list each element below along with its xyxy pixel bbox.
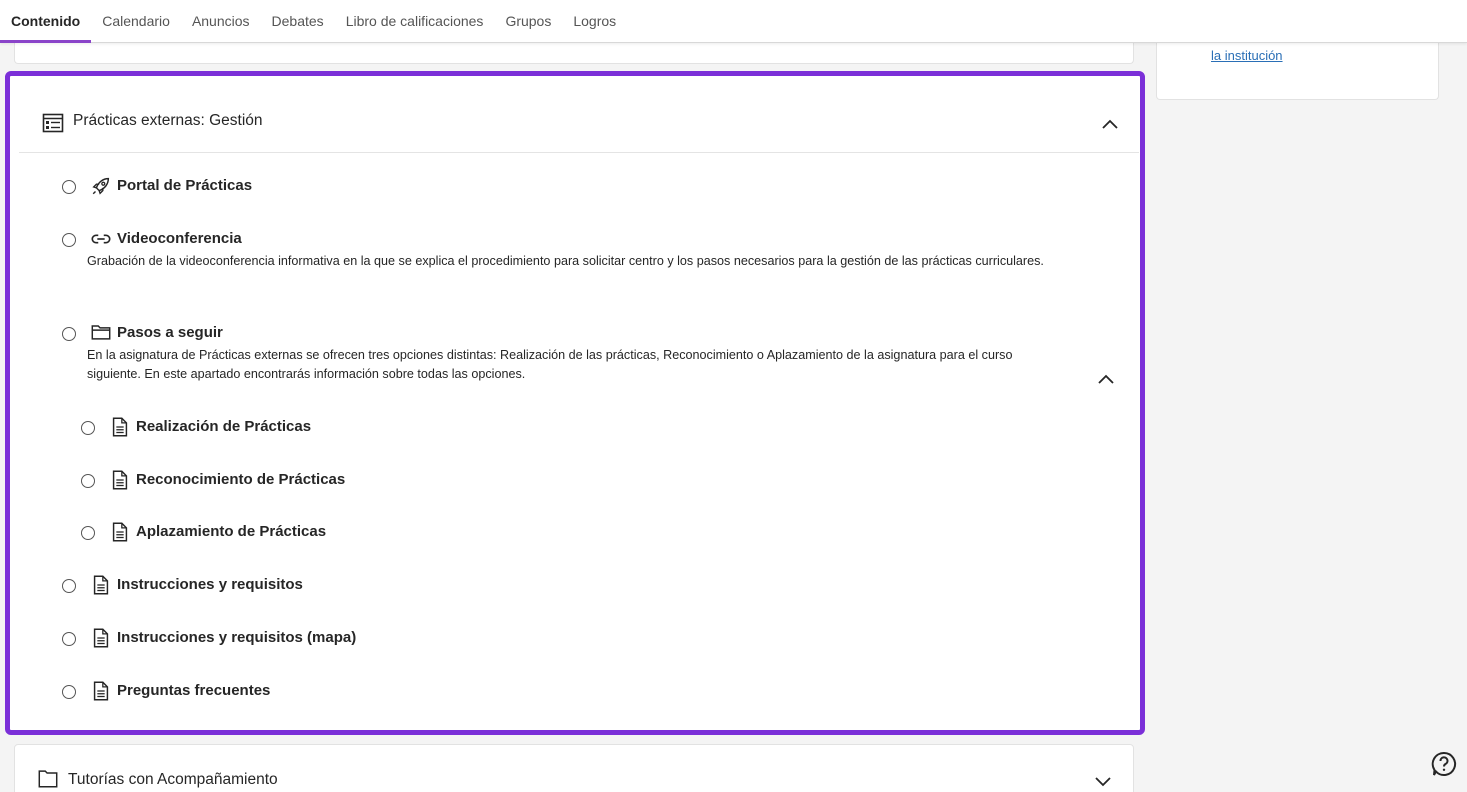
item-status-radio[interactable] [62, 579, 76, 593]
folder-icon [38, 770, 58, 788]
side-panel: la institución [1156, 40, 1439, 100]
item-status-radio[interactable] [62, 327, 76, 341]
item-title[interactable]: Portal de Prácticas [117, 177, 252, 194]
module-title: Tutorías con Acompañamiento [68, 771, 278, 788]
item-status-radio[interactable] [62, 180, 76, 194]
document-icon [112, 417, 128, 437]
institution-link[interactable]: la institución [1211, 48, 1283, 63]
item-description: Grabación de la videoconferencia informa… [87, 254, 1044, 268]
item-title[interactable]: Reconocimiento de Prácticas [136, 471, 345, 488]
tab-contenido[interactable]: Contenido [0, 0, 92, 43]
chevron-down-icon[interactable] [1091, 769, 1115, 792]
learning-module-icon [42, 113, 64, 133]
module-header[interactable]: Prácticas externas: Gestión [19, 81, 1139, 153]
document-icon [112, 522, 128, 542]
item-title[interactable]: Instrucciones y requisitos (mapa) [117, 629, 356, 646]
module-title: Prácticas externas: Gestión [73, 112, 263, 129]
module-card-practicas: Prácticas externas: Gestión Portal de Pr… [5, 71, 1145, 735]
document-icon [93, 681, 109, 701]
folder-icon [91, 325, 111, 340]
item-status-radio[interactable] [81, 474, 95, 488]
course-nav: Contenido Calendario Anuncios Debates Li… [0, 0, 1467, 43]
tab-libro-calificaciones[interactable]: Libro de calificaciones [335, 0, 495, 42]
item-title[interactable]: Realización de Prácticas [136, 418, 311, 435]
item-description: En la asignatura de Prácticas externas s… [87, 348, 1013, 381]
document-icon [93, 628, 109, 648]
item-status-radio[interactable] [62, 233, 76, 247]
module-card-tutorias[interactable]: Tutorías con Acompañamiento [14, 744, 1134, 792]
tab-logros[interactable]: Logros [562, 0, 627, 42]
chevron-up-icon[interactable] [1098, 113, 1122, 137]
tab-anuncios[interactable]: Anuncios [181, 0, 261, 42]
tab-grupos[interactable]: Grupos [494, 0, 562, 42]
document-icon [93, 575, 109, 595]
link-icon [91, 234, 111, 244]
previous-module-card [14, 40, 1134, 64]
chevron-up-icon[interactable] [1094, 368, 1118, 392]
item-title[interactable]: Preguntas frecuentes [117, 682, 270, 699]
tab-debates[interactable]: Debates [261, 0, 335, 42]
item-title[interactable]: Instrucciones y requisitos [117, 576, 303, 593]
rocket-icon [92, 177, 110, 195]
item-status-radio[interactable] [62, 685, 76, 699]
item-title[interactable]: Videoconferencia [117, 230, 242, 247]
item-title[interactable]: Pasos a seguir [117, 324, 223, 341]
item-title[interactable]: Aplazamiento de Prácticas [136, 523, 326, 540]
document-icon [112, 470, 128, 490]
item-status-radio[interactable] [81, 421, 95, 435]
tab-calendario[interactable]: Calendario [91, 0, 181, 42]
item-status-radio[interactable] [81, 526, 95, 540]
help-icon[interactable] [1431, 751, 1457, 777]
item-status-radio[interactable] [62, 632, 76, 646]
